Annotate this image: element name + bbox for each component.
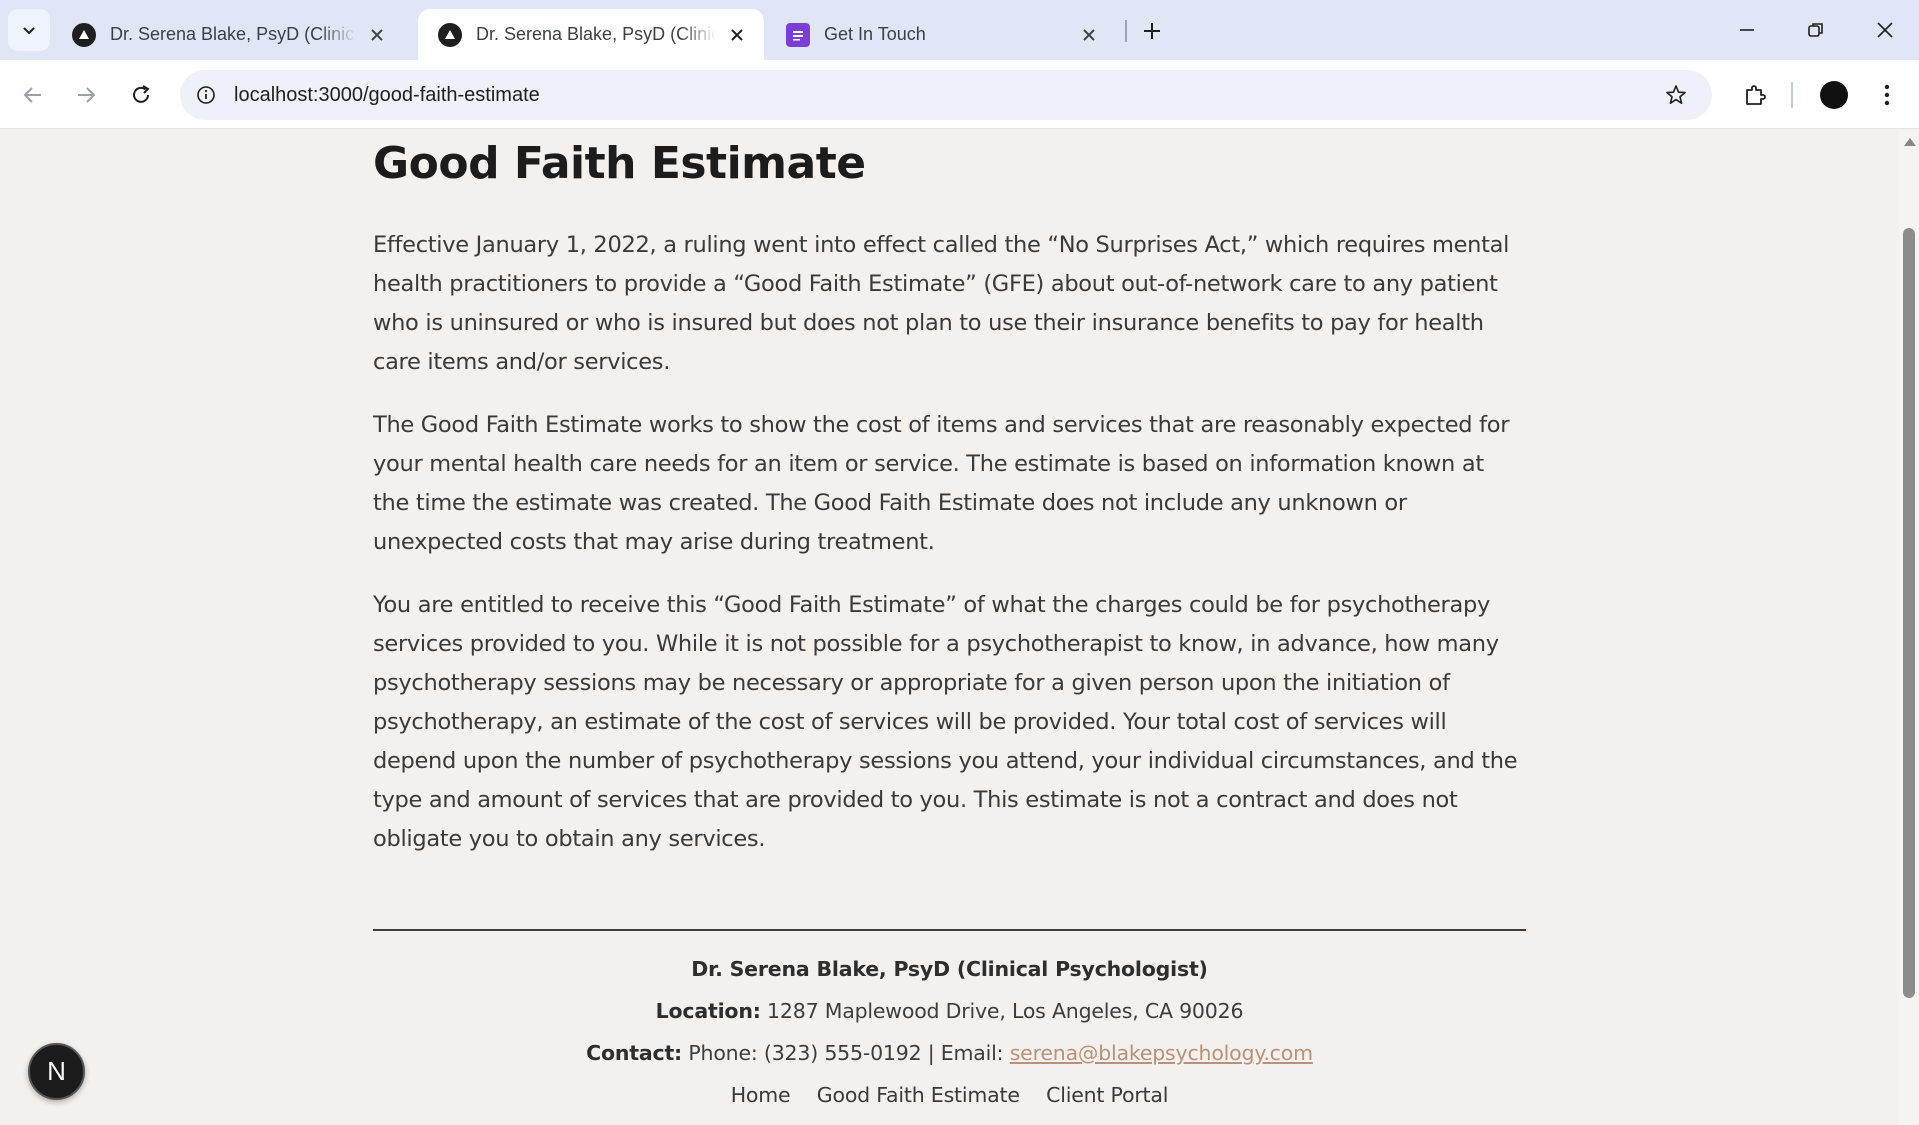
close-tab-icon[interactable] bbox=[1076, 22, 1102, 48]
paragraph-estimate-purpose: The Good Faith Estimate works to show th… bbox=[373, 412, 1510, 555]
tab-search-button[interactable] bbox=[8, 9, 50, 51]
restore-icon bbox=[1808, 23, 1823, 37]
plus-icon bbox=[1144, 23, 1160, 39]
footer-divider bbox=[373, 929, 1526, 931]
page-scrollbar[interactable] bbox=[1899, 130, 1919, 1125]
page-title: Good Faith Estimate bbox=[373, 138, 866, 189]
forward-button[interactable] bbox=[66, 75, 106, 115]
tab-serena-1[interactable]: Dr. Serena Blake, PsyD (Clinical Psychol… bbox=[52, 9, 404, 60]
footer-link-good-faith-estimate[interactable]: Good Faith Estimate bbox=[817, 1083, 1020, 1107]
restore-button[interactable] bbox=[1796, 10, 1836, 50]
tab-title: Dr. Serena Blake, PsyD (Clinical Psychol… bbox=[110, 24, 356, 44]
minimize-button[interactable] bbox=[1727, 10, 1767, 50]
paragraph-entitlement: You are entitled to receive this “Good F… bbox=[373, 592, 1518, 852]
avatar bbox=[1820, 81, 1848, 109]
scrollbar-thumb[interactable] bbox=[1903, 228, 1915, 998]
minimize-icon bbox=[1740, 29, 1754, 31]
tab-title: Dr. Serena Blake, PsyD (Clinical Psychol… bbox=[476, 24, 716, 44]
page-viewport: Good Faith Estimate Effective January 1,… bbox=[0, 130, 1899, 1125]
forms-icon bbox=[786, 22, 810, 47]
location-address: 1287 Maplewood Drive, Los Angeles, CA 90… bbox=[767, 999, 1244, 1023]
address-bar[interactable]: localhost:3000/good-faith-estimate bbox=[180, 70, 1712, 120]
extensions-button[interactable] bbox=[1735, 75, 1775, 115]
site-info-icon[interactable] bbox=[186, 75, 226, 115]
triangle-logo-icon bbox=[438, 22, 462, 47]
puzzle-icon bbox=[1746, 85, 1766, 105]
close-icon bbox=[1877, 22, 1893, 38]
chevron-down-icon bbox=[23, 27, 35, 35]
profile-button[interactable] bbox=[1814, 75, 1854, 115]
tab-title: Get In Touch bbox=[824, 24, 926, 44]
kebab-menu-icon bbox=[1884, 84, 1890, 106]
back-button[interactable] bbox=[13, 75, 53, 115]
footer-location: Location: 1287 Maplewood Drive, Los Ange… bbox=[373, 990, 1526, 1032]
tab-separator bbox=[1125, 20, 1127, 42]
footer-link-home[interactable]: Home bbox=[731, 1083, 791, 1107]
new-tab-button[interactable] bbox=[1135, 14, 1169, 48]
bookmark-star-icon[interactable] bbox=[1658, 77, 1694, 113]
footer: Dr. Serena Blake, PsyD (Clinical Psychol… bbox=[373, 948, 1526, 1116]
close-window-button[interactable] bbox=[1865, 10, 1905, 50]
nextjs-dev-badge[interactable]: N bbox=[28, 1043, 85, 1100]
tab-get-in-touch[interactable]: Get In Touch bbox=[766, 9, 1116, 60]
close-tab-icon[interactable] bbox=[724, 22, 750, 48]
footer-contact: Contact: Phone: (323) 555-0192 | Email: … bbox=[373, 1032, 1526, 1074]
url-text: localhost:3000/good-faith-estimate bbox=[234, 83, 540, 106]
dev-badge-label: N bbox=[47, 1056, 66, 1086]
arrow-right-icon bbox=[78, 87, 96, 103]
footer-practice-name: Dr. Serena Blake, PsyD (Clinical Psychol… bbox=[691, 957, 1208, 981]
browser-toolbar: localhost:3000/good-faith-estimate bbox=[0, 60, 1919, 129]
triangle-logo-icon bbox=[72, 22, 96, 47]
close-tab-icon[interactable] bbox=[364, 22, 390, 48]
paragraph-no-surprises-act: Effective January 1, 2022, a ruling went… bbox=[373, 232, 1510, 375]
toolbar-divider bbox=[1791, 82, 1793, 108]
footer-link-client-portal[interactable]: Client Portal bbox=[1046, 1083, 1168, 1107]
email-link[interactable]: serena@blakepsychology.com bbox=[1010, 1041, 1313, 1065]
contact-text: Phone: (323) 555-0192 | Email: bbox=[688, 1041, 1004, 1065]
reload-icon bbox=[133, 85, 150, 103]
tab-strip: Dr. Serena Blake, PsyD (Clinical Psychol… bbox=[0, 0, 1919, 60]
footer-nav: Home Good Faith Estimate Client Portal bbox=[373, 1074, 1526, 1116]
tab-serena-2[interactable]: Dr. Serena Blake, PsyD (Clinical Psychol… bbox=[418, 9, 764, 60]
location-label: Location: bbox=[655, 999, 761, 1023]
browser-menu-button[interactable] bbox=[1867, 75, 1907, 115]
contact-label: Contact: bbox=[586, 1041, 683, 1065]
scroll-up-arrow-icon[interactable] bbox=[1904, 138, 1916, 146]
arrow-left-icon bbox=[23, 87, 41, 103]
reload-button[interactable] bbox=[121, 75, 161, 115]
